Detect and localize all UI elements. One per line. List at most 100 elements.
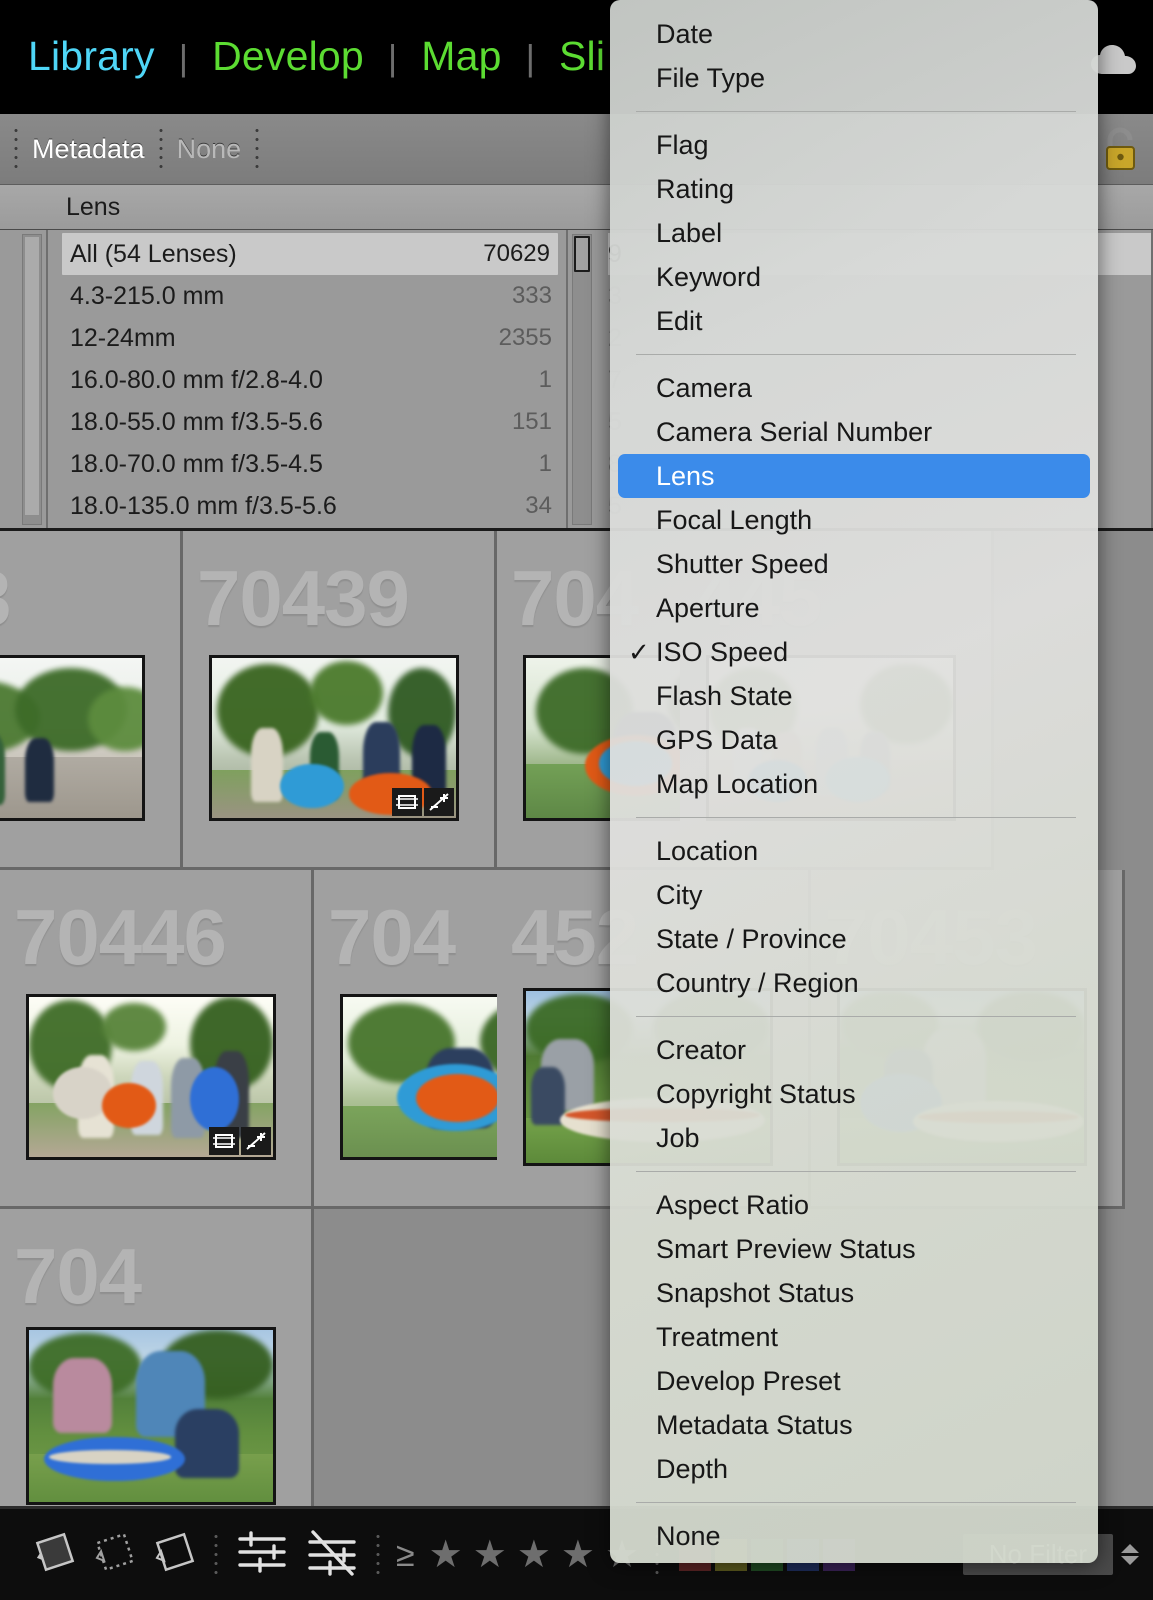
photo-thumbnail[interactable] bbox=[26, 1327, 276, 1505]
menu-item-flash-state[interactable]: Flash State bbox=[610, 674, 1098, 718]
grid-cell[interactable]: 704 bbox=[0, 1209, 314, 1506]
develop-adjust-badge-icon[interactable] bbox=[424, 788, 454, 816]
grid-cell[interactable]: 70439 bbox=[183, 531, 497, 870]
lens-filter-row[interactable]: 18.0-55.0 mm f/3.5-5.6151 bbox=[48, 401, 566, 443]
lens-filter-count: 34 bbox=[525, 492, 552, 520]
lens-filter-label: 18.0-70.0 mm f/3.5-4.5 bbox=[70, 450, 323, 479]
drag-handle-dots[interactable] bbox=[14, 126, 18, 172]
scrollbar-thumb[interactable] bbox=[24, 236, 40, 516]
grid-cell[interactable]: 438 bbox=[0, 531, 183, 870]
menu-item-keyword[interactable]: Keyword bbox=[610, 255, 1098, 299]
menu-item-label: Creator bbox=[656, 1035, 746, 1066]
menu-item-job[interactable]: Job bbox=[610, 1116, 1098, 1160]
lens-filter-count: 1 bbox=[539, 366, 552, 394]
menu-item-label: Edit bbox=[656, 306, 703, 337]
menu-item-aspect-ratio[interactable]: Aspect Ratio bbox=[610, 1183, 1098, 1227]
grid-cell[interactable]: 70446 bbox=[0, 870, 314, 1209]
checkmark-icon: ✓ bbox=[628, 639, 650, 665]
menu-item-smart-preview-status[interactable]: Smart Preview Status bbox=[610, 1227, 1098, 1271]
unlocked-padlock-icon[interactable] bbox=[1097, 126, 1143, 174]
menu-item-label[interactable]: Label bbox=[610, 211, 1098, 255]
lens-column-scrollbar[interactable] bbox=[572, 234, 592, 525]
column-header-lens[interactable]: Lens bbox=[48, 193, 120, 222]
flag-rejected-icon[interactable] bbox=[152, 1529, 198, 1580]
grid-cell-index: 704 bbox=[14, 1237, 141, 1315]
module-list: Library|Develop|Map|Sli bbox=[0, 36, 607, 77]
menu-item-shutter-speed[interactable]: Shutter Speed bbox=[610, 542, 1098, 586]
menu-item-flag[interactable]: Flag bbox=[610, 123, 1098, 167]
flag-unflagged-icon[interactable] bbox=[92, 1529, 138, 1580]
grid-cell-index: 704 bbox=[328, 898, 455, 976]
menu-item-label: Focal Length bbox=[656, 505, 812, 536]
left-column-scrollbar[interactable] bbox=[22, 234, 42, 525]
menu-item-iso-speed[interactable]: ✓ISO Speed bbox=[610, 630, 1098, 674]
menu-item-label: Flag bbox=[656, 130, 709, 161]
menu-item-depth[interactable]: Depth bbox=[610, 1447, 1098, 1491]
lens-filter-row[interactable]: 18.0-70.0 mm f/3.5-4.51 bbox=[48, 443, 566, 485]
menu-item-camera-serial-number[interactable]: Camera Serial Number bbox=[610, 410, 1098, 454]
menu-item-snapshot-status[interactable]: Snapshot Status bbox=[610, 1271, 1098, 1315]
menu-item-label: Aperture bbox=[656, 593, 760, 624]
menu-item-label: Lens bbox=[656, 461, 715, 492]
menu-item-file-type[interactable]: File Type bbox=[610, 56, 1098, 100]
menu-item-city[interactable]: City bbox=[610, 873, 1098, 917]
menu-item-label: State / Province bbox=[656, 924, 847, 955]
menu-item-metadata-status[interactable]: Metadata Status bbox=[610, 1403, 1098, 1447]
menu-item-focal-length[interactable]: Focal Length bbox=[610, 498, 1098, 542]
menu-item-location[interactable]: Location bbox=[610, 829, 1098, 873]
photo-thumbnail[interactable] bbox=[26, 994, 276, 1160]
rating-star-4[interactable]: ★ bbox=[561, 1536, 595, 1574]
rating-operator[interactable]: ≥ bbox=[396, 1538, 415, 1572]
drag-handle-dots[interactable] bbox=[255, 126, 259, 172]
menu-item-aperture[interactable]: Aperture bbox=[610, 586, 1098, 630]
metadata-criteria-dropdown-menu[interactable]: DateFile Type Flag RatingLabelKeyword Edit C… bbox=[610, 0, 1098, 1563]
rating-filter: ≥ ★ ★ ★ ★ ★ bbox=[396, 1536, 639, 1574]
lens-filter-row[interactable]: All (54 Lenses)70629 bbox=[62, 233, 558, 275]
module-item-develop[interactable]: Develop bbox=[210, 36, 366, 77]
crop-badge-icon[interactable] bbox=[209, 1127, 239, 1155]
menu-item-lens[interactable]: Lens bbox=[618, 454, 1090, 498]
module-item-sli[interactable]: Sli bbox=[557, 36, 607, 77]
menu-item-none[interactable]: None bbox=[610, 1514, 1098, 1558]
menu-item-map-location[interactable]: Map Location bbox=[610, 762, 1098, 806]
photo-thumbnail[interactable] bbox=[209, 655, 459, 821]
lens-filter-row[interactable]: 12-24mm2355 bbox=[48, 317, 566, 359]
lens-filter-row[interactable]: 18.0-135.0 mm f/3.5-5.634 bbox=[48, 485, 566, 527]
menu-item-label: Flash State bbox=[656, 681, 793, 712]
thumbnail-badges bbox=[392, 788, 454, 816]
menu-item-rating[interactable]: Rating bbox=[610, 167, 1098, 211]
metadata-column-left-stub bbox=[0, 230, 48, 528]
lens-filter-row[interactable]: 16.0-80.0 mm f/2.8-4.0 1 bbox=[48, 359, 566, 401]
rating-star-3[interactable]: ★ bbox=[517, 1536, 551, 1574]
filter-off-icon[interactable] bbox=[304, 1524, 360, 1585]
menu-item-copyright-status[interactable]: Copyright Status bbox=[610, 1072, 1098, 1116]
menu-item-state-province[interactable]: State / Province bbox=[610, 917, 1098, 961]
menu-item-creator[interactable]: Creator bbox=[610, 1028, 1098, 1072]
thumbnail-badges bbox=[209, 1127, 271, 1155]
filter-preset-value[interactable]: None bbox=[177, 134, 242, 165]
crop-badge-icon[interactable] bbox=[392, 788, 422, 816]
menu-item-edit[interactable]: Edit bbox=[610, 299, 1098, 343]
menu-item-treatment[interactable]: Treatment bbox=[610, 1315, 1098, 1359]
menu-item-gps-data[interactable]: GPS Data bbox=[610, 718, 1098, 762]
sort-sliders-icon[interactable] bbox=[234, 1524, 290, 1585]
menu-item-camera[interactable]: Camera bbox=[610, 366, 1098, 410]
flag-picked-icon[interactable] bbox=[32, 1529, 78, 1580]
module-item-map[interactable]: Map bbox=[419, 36, 503, 77]
filter-preset-label[interactable]: Metadata bbox=[32, 134, 145, 165]
spinner-arrows-icon[interactable] bbox=[1121, 1544, 1139, 1565]
menu-item-label: Snapshot Status bbox=[656, 1278, 854, 1309]
menu-item-label: Location bbox=[656, 836, 758, 867]
module-item-library[interactable]: Library bbox=[26, 36, 157, 77]
menu-item-country-region[interactable]: Country / Region bbox=[610, 961, 1098, 1005]
rating-star-1[interactable]: ★ bbox=[429, 1536, 463, 1574]
develop-adjust-badge-icon[interactable] bbox=[241, 1127, 271, 1155]
lens-filter-label: 16.0-80.0 mm f/2.8-4.0 bbox=[70, 366, 323, 395]
lens-filter-row[interactable]: 4.3-215.0 mm333 bbox=[48, 275, 566, 317]
scrollbar-thumb[interactable] bbox=[574, 236, 590, 272]
rating-star-2[interactable]: ★ bbox=[473, 1536, 507, 1574]
menu-item-develop-preset[interactable]: Develop Preset bbox=[610, 1359, 1098, 1403]
photo-thumbnail[interactable] bbox=[0, 655, 145, 821]
menu-item-date[interactable]: Date bbox=[610, 12, 1098, 56]
drag-handle-dots[interactable] bbox=[159, 126, 163, 172]
